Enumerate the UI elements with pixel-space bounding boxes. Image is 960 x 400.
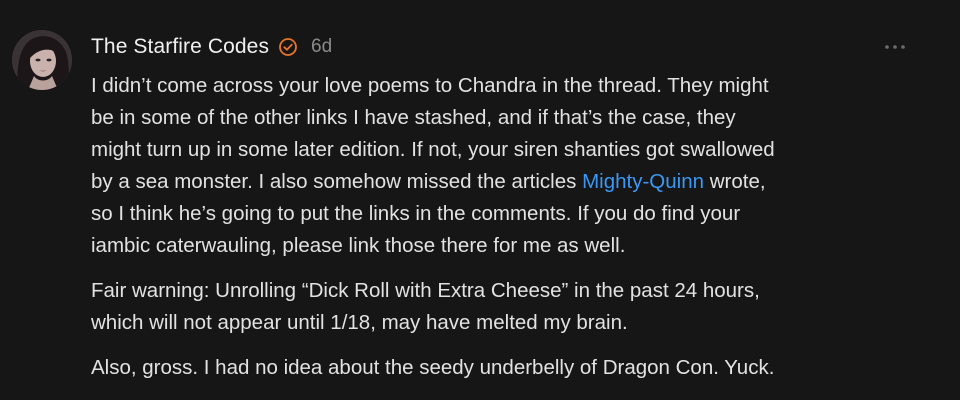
more-options-button[interactable]: [880, 38, 910, 56]
user-mention-link[interactable]: Mighty-Quinn: [582, 170, 704, 193]
text-line: might turn up in some later edition. If …: [91, 138, 775, 161]
text-line: Also, gross. I had no idea about the see…: [91, 356, 775, 379]
author-name[interactable]: The Starfire Codes: [91, 35, 269, 59]
timestamp[interactable]: 6d: [311, 36, 332, 58]
text-line: by a sea monster. I also somehow missed …: [91, 166, 927, 198]
paragraph: Also, gross. I had no idea about the see…: [91, 352, 927, 384]
text-span: by a sea monster. I also somehow missed …: [91, 170, 583, 193]
comment: The Starfire Codes 6d I didn’t come acro…: [0, 0, 960, 400]
verified-badge-icon: [278, 37, 298, 57]
text-line: be in some of the other links I have sta…: [91, 106, 736, 129]
avatar[interactable]: [12, 30, 72, 90]
ellipsis-icon: [885, 45, 905, 49]
avatar-image: [12, 30, 72, 90]
text-line: which will not appear until 1/18, may ha…: [91, 311, 628, 334]
comment-body: I didn’t come across your love poems to …: [91, 70, 927, 397]
text-line: Fair warning: Unrolling “Dick Roll with …: [91, 279, 760, 302]
text-line: iambic caterwauling, please link those t…: [91, 234, 626, 257]
text-line: so I think he’s going to put the links i…: [91, 202, 741, 225]
comment-header: The Starfire Codes 6d: [91, 33, 332, 61]
text-line: I didn’t come across your love poems to …: [91, 74, 769, 97]
text-span: wrote,: [704, 170, 766, 193]
paragraph: Fair warning: Unrolling “Dick Roll with …: [91, 275, 927, 339]
paragraph: I didn’t come across your love poems to …: [91, 70, 927, 262]
